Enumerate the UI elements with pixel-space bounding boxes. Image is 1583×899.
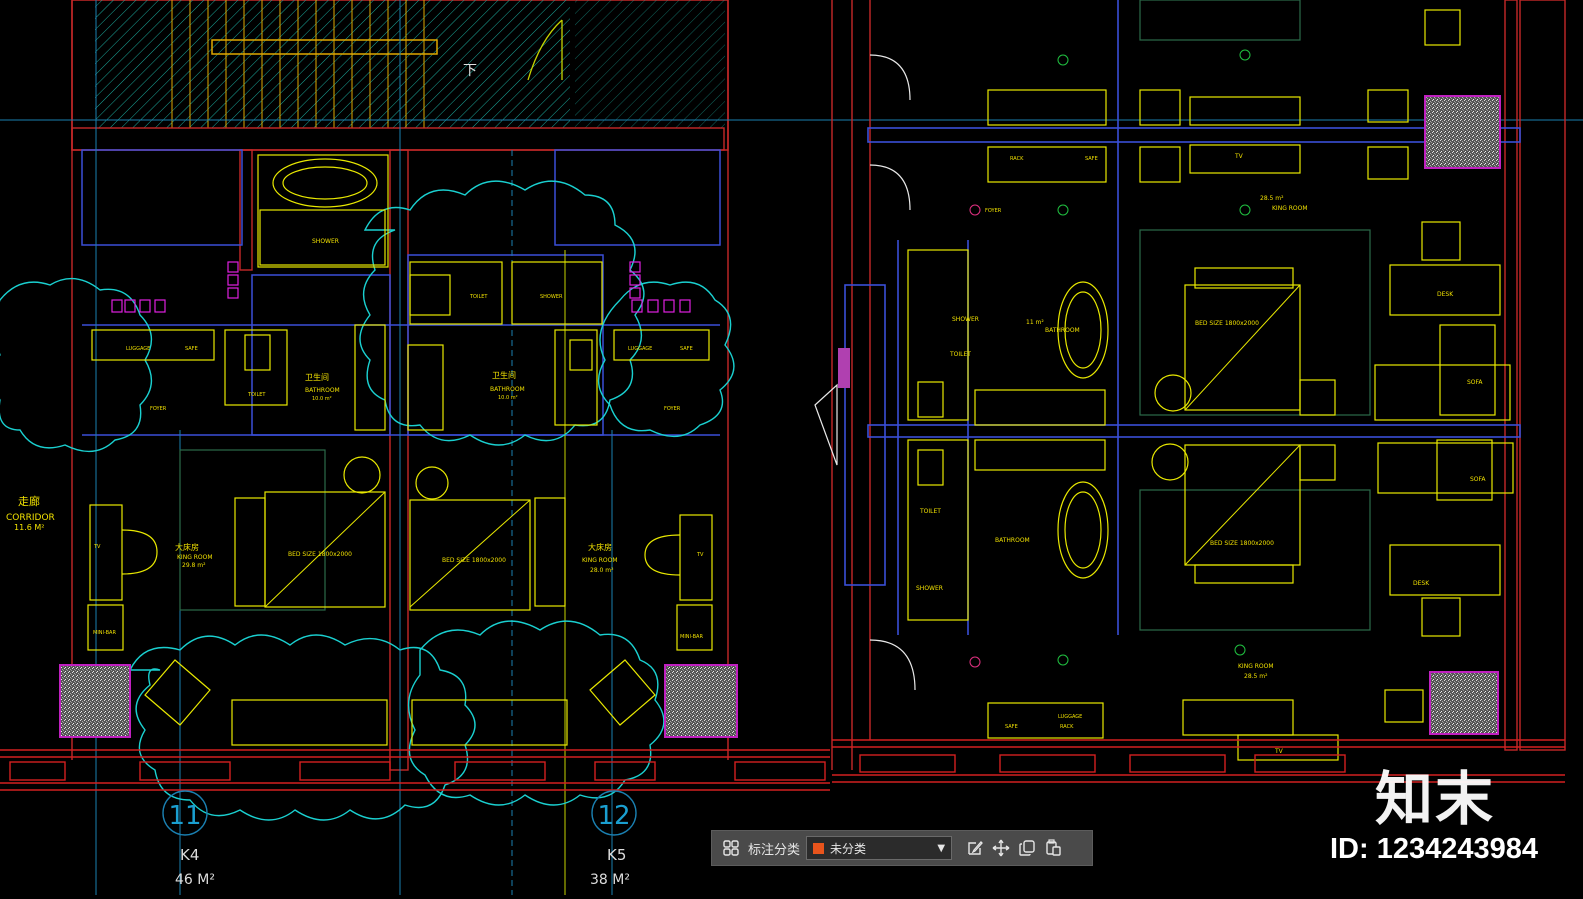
- unit-code-k5: K5: [607, 846, 626, 864]
- bed-size-right: BED SIZE 1800x2000: [442, 557, 506, 564]
- desk-rt: DESK: [1437, 291, 1454, 298]
- column-right-top: [1424, 95, 1501, 169]
- shower-right-en: SHOWER: [540, 294, 563, 300]
- king-room-rb-area: 28.5 m²: [1244, 673, 1268, 680]
- king-room-right-en: KING ROOM: [582, 557, 618, 564]
- shower-left-en: SHOWER: [312, 238, 339, 245]
- stair-down-label: 下: [463, 63, 477, 79]
- luggage-right: LUGGAGE: [628, 346, 652, 352]
- tv-rt: TV: [1234, 153, 1244, 160]
- safe-rt: SAFE: [1085, 156, 1098, 162]
- grid-icon[interactable]: [718, 835, 744, 861]
- king-room-rt-en: KING ROOM: [1272, 205, 1308, 212]
- annotation-category-select[interactable]: 未分类 ▼: [806, 836, 953, 860]
- right-fixtures: [907, 0, 1514, 761]
- right-doors: [814, 54, 916, 691]
- bed-size-right-top: BED SIZE 1800x2000: [1195, 320, 1259, 327]
- bed-cross-left: [264, 491, 531, 608]
- column-left: [59, 664, 131, 738]
- unit-area-k4: 46 M²: [175, 872, 215, 888]
- foyer-left: FOYER: [150, 406, 167, 412]
- toilet-rb-en: TOILET: [919, 508, 941, 515]
- king-room-left-area: 29.8 m²: [182, 562, 206, 569]
- bathroom-right-area: 10.0 m²: [498, 395, 518, 401]
- shower-rt-en: SHOWER: [952, 316, 979, 323]
- move-icon[interactable]: [988, 835, 1014, 861]
- column-mid: [664, 664, 738, 738]
- tv-rb: TV: [1274, 748, 1284, 755]
- bathroom-left-area: 10.0 m²: [312, 396, 332, 402]
- grid-label-11: 11: [168, 801, 201, 831]
- sofa-rt: SOFA: [1467, 379, 1483, 386]
- cad-canvas[interactable]: 下 11 12 K4 46 M² K5 38 M² 走廊 CORRIDOR 11…: [0, 0, 1583, 895]
- annotation-category-label: 标注分类: [748, 842, 801, 858]
- safe-right: SAFE: [680, 346, 693, 352]
- bathroom-rt-area: 11 m²: [1026, 319, 1044, 326]
- toilet-rt-en: TOILET: [949, 351, 971, 358]
- tv-left: TV: [93, 544, 101, 550]
- sofa-rb: SOFA: [1470, 476, 1486, 483]
- king-room-rb-en: KING ROOM: [1238, 663, 1274, 670]
- category-color-swatch: [813, 842, 825, 854]
- right-corridor-walls: [844, 0, 1521, 635]
- toilet-left-en: TOILET: [247, 392, 266, 398]
- watermark-id: ID: 1234243984: [1330, 833, 1538, 865]
- king-room-rt-area: 28.5 m²: [1260, 195, 1284, 202]
- unit-code-k4: K4: [180, 846, 199, 864]
- bathroom-rb-en: BATHROOM: [995, 537, 1030, 544]
- desk-rb: DESK: [1413, 580, 1430, 587]
- stair-hatch-right: [575, 0, 725, 128]
- tv-right: TV: [696, 552, 704, 558]
- shaft-marker: [838, 348, 850, 388]
- luggage-left: LUGGAGE: [126, 346, 150, 352]
- category-select-value: 未分类: [830, 841, 867, 856]
- shower-rb-en: SHOWER: [916, 585, 943, 592]
- luggage-rb: LUGGAGE: [1058, 714, 1082, 720]
- king-room-left-cn: 大床房: [175, 542, 199, 552]
- foyer-rt: FOYER: [985, 208, 1002, 214]
- annotation-toolbar: 标注分类 未分类 ▼: [711, 830, 1093, 866]
- stair-hatch: [95, 0, 570, 128]
- bathroom-right-en: BATHROOM: [490, 386, 525, 393]
- corridor-label-en: CORRIDOR: [6, 513, 55, 523]
- bathroom-rt-en: BATHROOM: [1045, 327, 1080, 334]
- rack-rb: RACK: [1060, 724, 1074, 730]
- bathroom-left-cn: 卫生间: [305, 372, 329, 382]
- foyer-right: FOYER: [664, 406, 681, 412]
- unit-area-k5: 38 M²: [590, 872, 630, 888]
- corridor-label-cn: 走廊: [18, 494, 40, 508]
- grid-bubble-11: 11: [162, 790, 208, 836]
- safe-rb: SAFE: [1005, 724, 1018, 730]
- toilet-right-en: TOILET: [469, 294, 488, 300]
- safe-left: SAFE: [185, 346, 198, 352]
- column-right-bottom: [1429, 671, 1499, 735]
- grid-label-12: 12: [597, 801, 630, 831]
- chevron-down-icon: ▼: [937, 842, 946, 854]
- king-room-left-en: KING ROOM: [177, 554, 213, 561]
- edit-icon[interactable]: [962, 835, 988, 861]
- king-room-right-area: 28.0 m²: [590, 567, 614, 574]
- corridor-area: 11.6 M²: [14, 523, 44, 532]
- rack-rt: RACK: [1010, 156, 1024, 162]
- minibar-left: MINI-BAR: [93, 630, 116, 636]
- bed-size-left: BED SIZE 1800x2000: [288, 551, 352, 558]
- minibar-right: MINI-BAR: [680, 634, 703, 640]
- paste-icon[interactable]: [1040, 835, 1066, 861]
- grid-bubble-12: 12: [591, 790, 637, 836]
- king-room-right-cn: 大床房: [588, 542, 612, 552]
- bed-size-right-bottom: BED SIZE 1800x2000: [1210, 540, 1274, 547]
- bathroom-right-cn: 卫生间: [492, 370, 516, 380]
- bathroom-left-en: BATHROOM: [305, 387, 340, 394]
- copy-icon[interactable]: [1014, 835, 1040, 861]
- watermark-logo: 知末: [1375, 765, 1496, 833]
- facade-left: [0, 749, 830, 791]
- floor-plan-drawing[interactable]: 下 11 12 K4 46 M² K5 38 M² 走廊 CORRIDOR 11…: [0, 0, 1583, 895]
